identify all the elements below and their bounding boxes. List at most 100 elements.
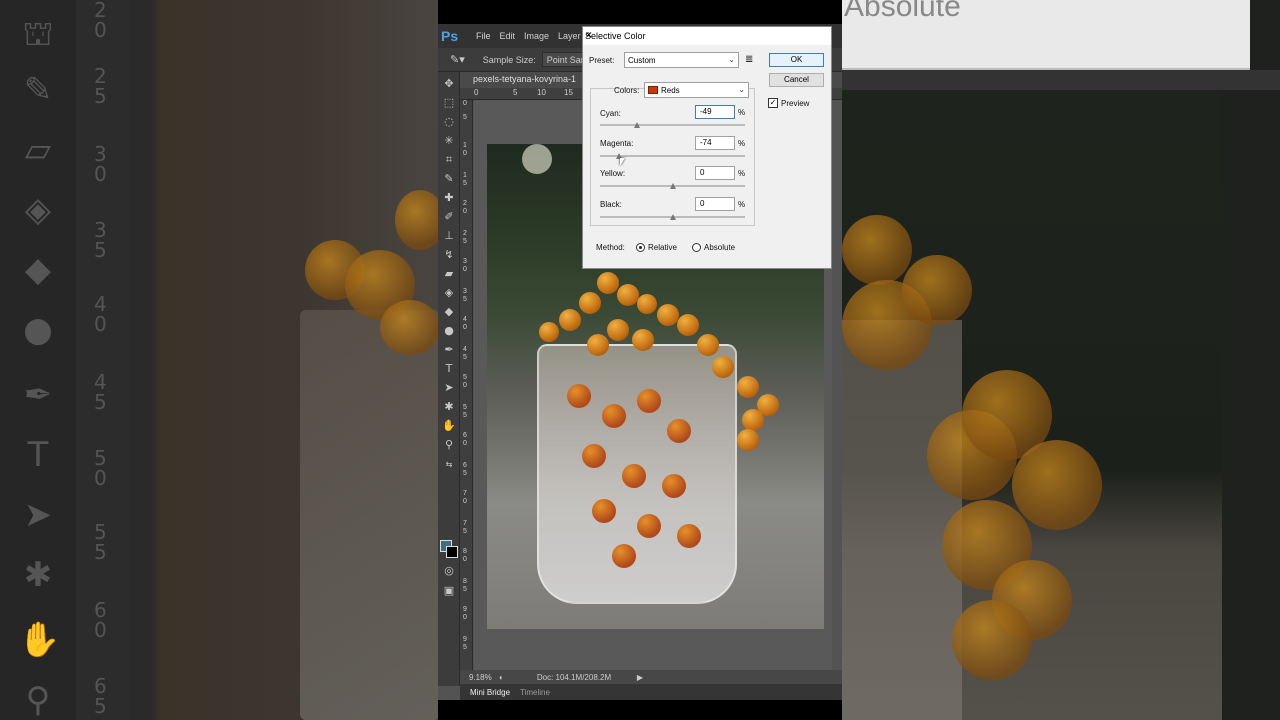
berry (559, 309, 581, 331)
berry (602, 404, 626, 428)
black-label: Black: (600, 200, 622, 209)
berry (737, 376, 759, 398)
berry (582, 444, 606, 468)
path-selection-tool-icon[interactable]: ➤ (441, 380, 457, 396)
berry (592, 499, 616, 523)
cyan-field[interactable]: -49 (695, 105, 735, 119)
menu-image[interactable]: Image (524, 31, 549, 41)
hand-tool-icon[interactable]: ✋ (441, 418, 457, 434)
ruler-label: 9 0 (463, 606, 467, 621)
ruler-label: 4 0 (94, 292, 107, 336)
ruler-label: 4 5 (463, 346, 467, 361)
path-select-icon: ➤ (23, 495, 53, 535)
brush-tool-icon[interactable]: ✐ (441, 209, 457, 225)
yellow-unit: % (738, 169, 746, 178)
selective-color-dialog: Selective Color ✕ Preset: Custom ⌄ ≣ OK … (582, 26, 832, 269)
black-field[interactable]: 0 (695, 197, 735, 211)
menu-file[interactable]: File (476, 31, 491, 41)
berry (567, 384, 591, 408)
dialog-title-bar: Selective Color ✕ (583, 27, 831, 45)
background-toolbar: ⛫ ✎ ▱ ◈ ◆ ● ✒ T ➤ ✱ ✋ ⚲ (0, 0, 76, 720)
ok-button[interactable]: OK (769, 53, 824, 67)
quick-mask-icon[interactable]: ◎ (441, 563, 457, 579)
cyan-slider-thumb[interactable] (633, 122, 640, 128)
dialog-title: Selective Color (585, 31, 646, 41)
menu-edit[interactable]: Edit (500, 31, 516, 41)
preset-dropdown[interactable]: Custom ⌄ (624, 52, 739, 68)
crop-tool-icon[interactable]: ⌗ (441, 152, 457, 168)
eyedropper-tool-icon[interactable]: ✎ (441, 171, 457, 187)
cyan-slider-track[interactable] (600, 124, 745, 126)
berry (662, 474, 686, 498)
mouse-cursor-icon (620, 158, 625, 166)
yellow-field[interactable]: 0 (695, 166, 735, 180)
background-berry (842, 215, 912, 285)
preset-label: Preset: (589, 56, 615, 65)
menu-layer[interactable]: Layer (558, 31, 581, 41)
sample-size-label: Sample Size: (482, 54, 536, 65)
yellow-slider-thumb[interactable] (669, 183, 676, 189)
ruler-label: 1 5 (463, 172, 467, 187)
magenta-field[interactable]: -74 (695, 136, 735, 150)
custom-shape-tool-icon[interactable]: ✱ (441, 399, 457, 415)
type-tool-icon[interactable]: T (441, 361, 457, 377)
ruler-label: 10 (537, 88, 546, 97)
status-bar: 9.18% ◐ Doc: 104.1M/208.2M ▶ (460, 670, 842, 684)
berry (737, 429, 759, 451)
swap-colors-icon[interactable]: ⇆ (441, 457, 457, 473)
magenta-label: Magenta: (600, 139, 634, 148)
ruler-label: 6 5 (94, 674, 107, 718)
ruler-label: 1 0 (463, 142, 467, 157)
background-ruler: 2 0 2 5 3 0 3 5 4 0 4 5 5 0 5 5 6 0 6 5 (76, 0, 130, 720)
zoom-level[interactable]: 9.18% (469, 673, 499, 682)
background-left-blur: ⛫ ✎ ▱ ◈ ◆ ● ✒ T ➤ ✱ ✋ ⚲ 2 0 2 5 3 0 3 5 … (0, 0, 438, 720)
vertical-ruler: 0 5 1 0 1 5 2 0 2 5 3 0 3 5 4 0 4 5 5 0 … (460, 100, 473, 672)
black-slider-thumb[interactable] (669, 214, 676, 220)
background-absolute-text: Absolute (844, 0, 961, 23)
eyedropper-icon[interactable]: ✎▾ (450, 53, 465, 66)
ruler-label: 2 5 (463, 230, 467, 245)
tab-timeline[interactable]: Timeline (520, 688, 550, 697)
history-brush-icon: ✎ (23, 70, 53, 110)
berry (637, 294, 657, 314)
pen-icon: ✒ (23, 375, 53, 415)
magic-wand-tool-icon[interactable]: ✳ (441, 133, 457, 149)
blur-tool-icon[interactable]: ◆ (441, 304, 457, 320)
preview-label: Preview (781, 99, 810, 108)
ruler-label: 8 0 (463, 548, 467, 563)
ruler-label: 7 0 (463, 490, 467, 505)
zoom-tool-icon[interactable]: ⚲ (441, 437, 457, 453)
colors-dropdown[interactable]: Reds ⌄ (644, 82, 749, 98)
berry (637, 389, 661, 413)
method-absolute-radio[interactable] (692, 243, 701, 252)
close-icon[interactable]: ✕ (585, 31, 593, 41)
paint-bucket-tool-icon[interactable]: ◈ (441, 285, 457, 301)
lasso-tool-icon[interactable]: ◌ (441, 114, 457, 130)
document-tab-title: pexels-tetyana-kovyrina-1 (473, 74, 577, 84)
clone-stamp-tool-icon[interactable]: ⊥ (441, 228, 457, 244)
preview-checkbox[interactable]: ✓ (768, 98, 778, 108)
pen-tool-icon[interactable]: ✒ (441, 342, 457, 358)
ruler-label: 9 5 (463, 636, 467, 651)
tab-mini-bridge[interactable]: Mini Bridge (470, 688, 510, 697)
colors-label: Colors: (614, 86, 640, 95)
dodge-tool-icon[interactable]: ● (441, 323, 457, 339)
background-color-swatch[interactable] (446, 546, 458, 558)
cancel-button[interactable]: Cancel (769, 73, 824, 87)
ruler-label: 2 0 (463, 200, 467, 215)
ps-logo: Ps (441, 28, 459, 44)
status-info-icon[interactable]: ◐ (499, 673, 504, 682)
status-menu-arrow-icon[interactable]: ▶ (637, 673, 643, 682)
marquee-tool-icon[interactable]: ⬚ (441, 95, 457, 111)
preset-options-icon[interactable]: ≣ (745, 54, 753, 65)
method-relative-label: Relative (648, 243, 677, 252)
magenta-unit: % (738, 139, 746, 148)
reds-color-chip (648, 86, 658, 94)
eraser-tool-icon[interactable]: ▰ (441, 266, 457, 282)
healing-tool-icon[interactable]: ✚ (441, 190, 457, 206)
screen-mode-icon[interactable]: ▣ (441, 583, 457, 599)
move-tool-icon[interactable]: ✥ (441, 76, 457, 92)
zoom-icon: ⚲ (25, 680, 51, 720)
method-relative-radio[interactable] (636, 243, 645, 252)
history-brush-tool-icon[interactable]: ↯ (441, 247, 457, 263)
